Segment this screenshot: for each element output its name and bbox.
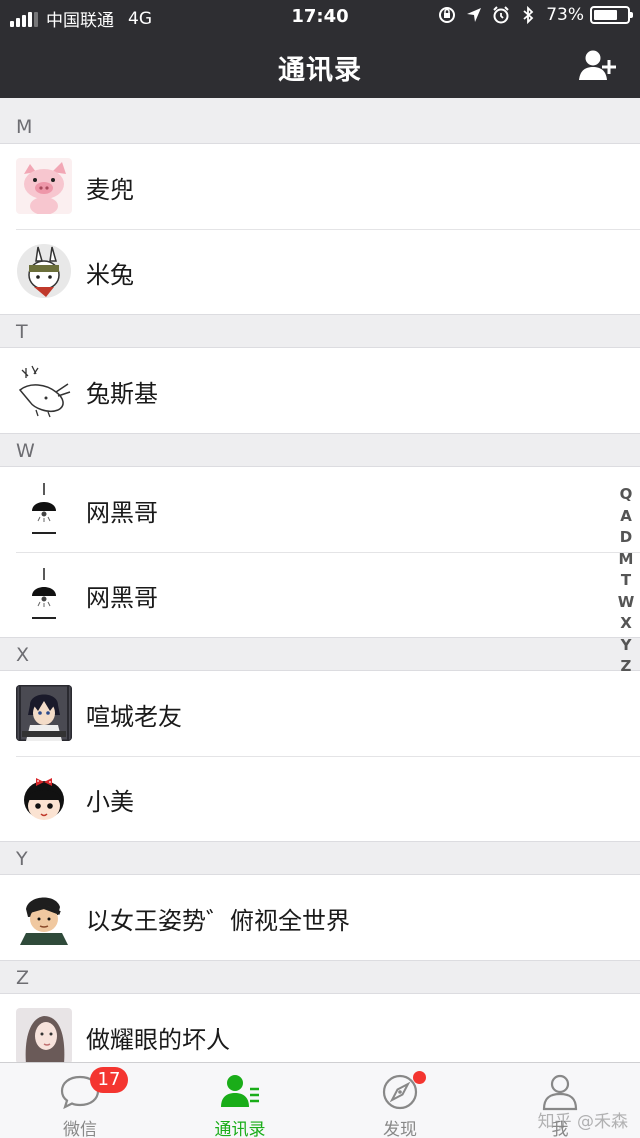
- contact-row[interactable]: 小美: [0, 756, 640, 841]
- tab-label: 微信: [63, 1120, 97, 1138]
- list-top: [0, 98, 640, 110]
- battery-percent: 73%: [546, 5, 584, 25]
- contact-name: 喧城老友: [86, 703, 182, 731]
- tuzki-avatar-icon: [16, 362, 72, 418]
- avatar: [16, 566, 72, 622]
- contact-name: 网黑哥: [86, 499, 158, 527]
- contact-name: 兔斯基: [86, 380, 158, 408]
- tab-bar: 17 微信 通讯录 发现 我 知乎 @禾森: [0, 1062, 640, 1138]
- orientation-lock-icon: [439, 7, 456, 23]
- section-header-w: W: [0, 433, 640, 467]
- contact-name: 以女王姿势゛俯视全世界: [86, 907, 350, 935]
- index-letter[interactable]: M: [619, 549, 634, 571]
- contact-name: 网黑哥: [86, 584, 158, 612]
- wechat-contacts-screen: 中国联通 4G 17:40 73% 通讯录 M 麦兜 米兔 T 兔斯基 W 网黑…: [0, 0, 640, 1138]
- index-letter[interactable]: Y: [621, 635, 632, 657]
- contact-list[interactable]: M 麦兜 米兔 T 兔斯基 W 网黑哥 网黑哥 X 喧城老友 小美 Y 以女王姿…: [0, 98, 640, 1062]
- bluetooth-icon: [523, 5, 534, 25]
- section-header-y: Y: [0, 841, 640, 875]
- alphabet-index[interactable]: Q A D M T W X Y Z: [616, 484, 636, 678]
- contact-row[interactable]: 兔斯基: [0, 348, 640, 433]
- pig-avatar-icon: [16, 158, 72, 214]
- contact-name: 麦兜: [86, 176, 134, 204]
- section-header-x: X: [0, 637, 640, 671]
- avatar: [16, 243, 72, 299]
- lamp-avatar-icon: [16, 566, 72, 622]
- avatar: [16, 685, 72, 741]
- rabbit-avatar-icon: [16, 243, 72, 299]
- avatar: [16, 481, 72, 537]
- contact-row[interactable]: 米兔: [0, 229, 640, 314]
- tab-chats[interactable]: 17 微信: [0, 1063, 160, 1138]
- tab-label: 发现: [383, 1120, 417, 1138]
- status-bar: 中国联通 4G 17:40 73%: [0, 0, 640, 34]
- add-friend-icon[interactable]: [578, 48, 618, 84]
- contact-name: 小美: [86, 788, 134, 816]
- contact-row[interactable]: 以女王姿势゛俯视全世界: [0, 875, 640, 960]
- page-title: 通讯录: [278, 55, 362, 86]
- avatar: [16, 1008, 72, 1062]
- section-header-t: T: [0, 314, 640, 348]
- index-letter[interactable]: W: [618, 592, 635, 614]
- watermark: 知乎 @禾森: [537, 1112, 628, 1132]
- status-right: 73%: [430, 5, 633, 25]
- contact-row[interactable]: 网黑哥: [0, 467, 640, 552]
- index-letter[interactable]: X: [620, 613, 632, 635]
- contact-name: 做耀眼的坏人: [86, 1026, 230, 1054]
- lamp-avatar-icon: [16, 481, 72, 537]
- avatar: [16, 889, 72, 945]
- contacts-icon: [221, 1075, 259, 1107]
- contact-row[interactable]: 喧城老友: [0, 671, 640, 756]
- avatar: [16, 770, 72, 826]
- index-letter[interactable]: D: [620, 527, 632, 549]
- index-letter[interactable]: T: [621, 570, 631, 592]
- contact-row[interactable]: 做耀眼的坏人: [0, 994, 640, 1062]
- navigation-bar: 通讯录: [0, 34, 640, 98]
- location-icon: [467, 8, 482, 22]
- section-header-m: M: [0, 110, 640, 144]
- girl-photo-avatar-icon: [16, 1008, 72, 1062]
- avatar: [16, 158, 72, 214]
- person-icon: [542, 1074, 578, 1111]
- tab-discover[interactable]: 发现: [320, 1063, 480, 1138]
- section-header-z: Z: [0, 960, 640, 994]
- girl-avatar-icon: [16, 770, 72, 826]
- index-letter[interactable]: Z: [621, 656, 632, 678]
- contact-row[interactable]: 网黑哥: [0, 552, 640, 637]
- anime-boy-avatar-icon: [16, 685, 72, 741]
- contact-name: 米兔: [86, 261, 134, 289]
- new-dot: [413, 1071, 426, 1084]
- tab-contacts[interactable]: 通讯录: [160, 1063, 320, 1138]
- contact-row[interactable]: 麦兜: [0, 144, 640, 229]
- tab-label: 通讯录: [214, 1120, 266, 1138]
- battery-fill: [594, 10, 618, 20]
- avatar: [16, 362, 72, 418]
- index-search[interactable]: Q: [620, 484, 633, 506]
- alarm-icon: [493, 6, 509, 24]
- cartoon-man-avatar-icon: [16, 889, 72, 945]
- index-letter[interactable]: A: [620, 506, 632, 528]
- unread-badge: 17: [90, 1067, 128, 1093]
- battery-icon: [590, 6, 633, 24]
